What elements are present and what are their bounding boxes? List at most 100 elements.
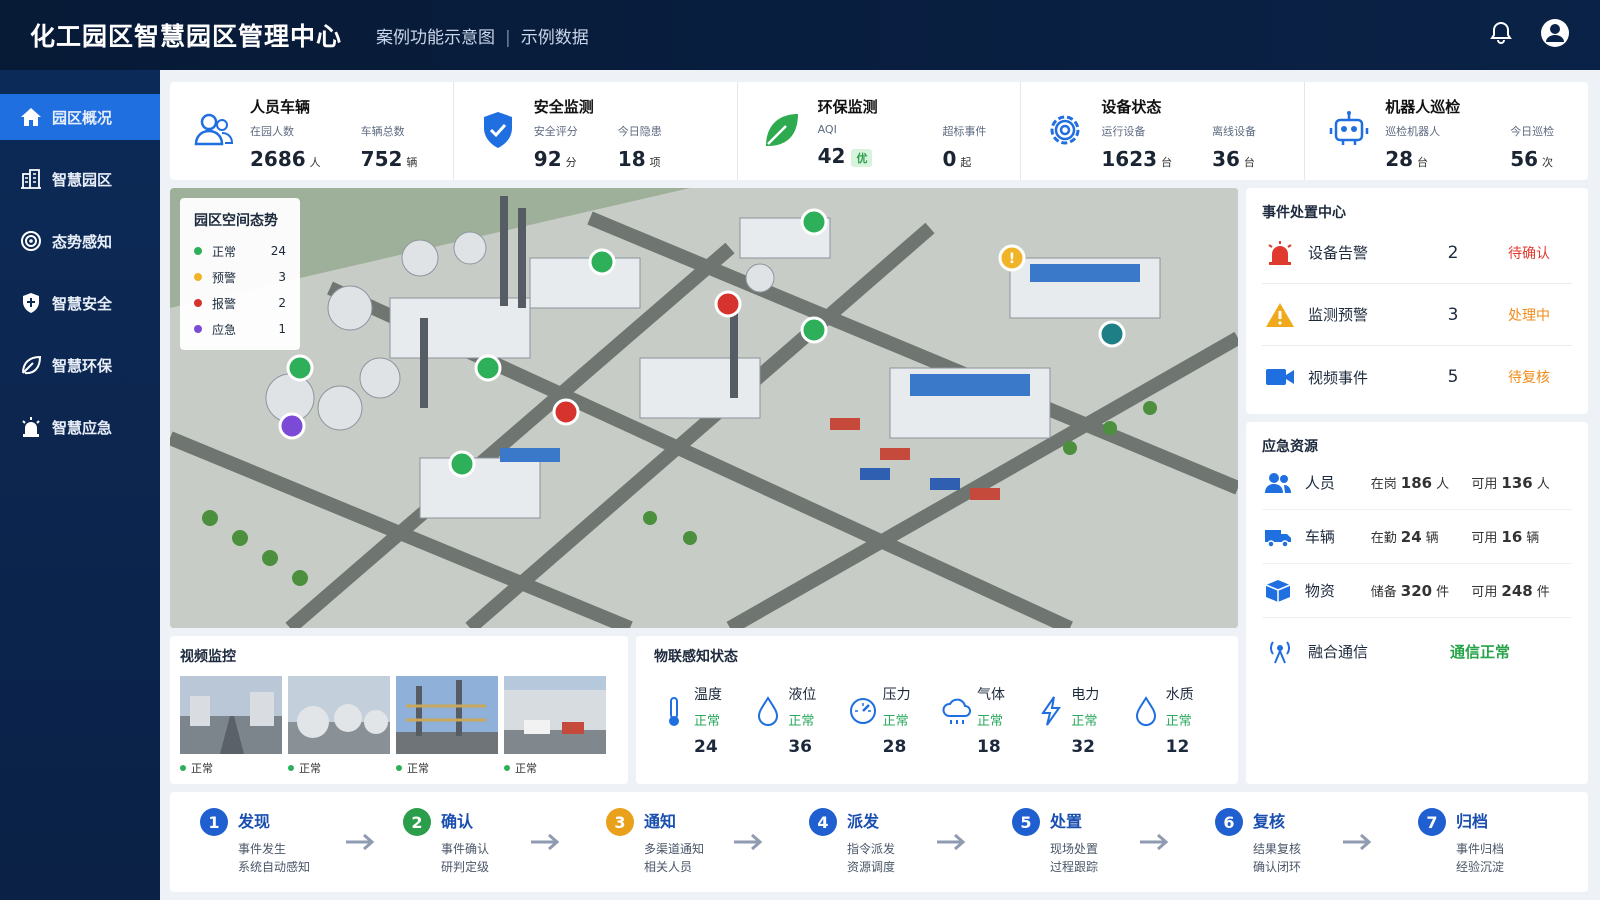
video-thumbnail[interactable]: 正常 [396,676,498,776]
iot-item-pressure[interactable]: 压力 正常 28 [843,684,937,757]
stat-people-vehicles[interactable]: 人员车辆 在园人数 2686 人 车辆总数 752 辆 [170,82,454,180]
event-row-video-event[interactable]: 视频事件 5 待复核 [1262,346,1572,408]
event-row-device-alarm[interactable]: 设备告警 2 待确认 [1262,222,1572,284]
resource-value: 320 [1400,582,1433,600]
legend-row[interactable]: 应急 1 [194,316,286,342]
step-desc: 结果复核 [1253,842,1302,856]
emergency-resources-panel: 应急资源 人员 在岗 186 人 可用 136 人 车辆 在勤 24 辆 可用 16 辆 物资 … [1246,422,1588,784]
resource-label: 在勤 [1370,531,1397,546]
subtitle: 案例功能示意图 | 示例数据 [376,23,589,48]
step-number: 2 [403,808,431,836]
iot-status: 正常 [694,714,721,729]
iot-item-gas[interactable]: 气体 正常 18 [937,684,1031,757]
iot-name: 气体 [976,687,1005,703]
aqi-badge: 优 [851,148,873,167]
iot-item-temperature[interactable]: 温度 正常 24 [654,684,748,757]
stat-label: 车辆总数 [360,125,405,138]
iot-value: 32 [1071,737,1095,757]
sidebar-item-smart-park[interactable]: 智慧园区 [0,156,160,202]
flow-step-dispatch[interactable]: 4 派发 指令派发 资源调度 [809,808,1012,876]
step-number: 7 [1418,808,1446,836]
stat-robot-patrol[interactable]: 机器人巡检 巡检机器人 28 台 今日巡检 56 次 [1305,82,1588,180]
resource-row-communication[interactable]: 融合通信 通信正常 [1262,618,1572,684]
arrow-right-icon [1140,833,1169,851]
event-name: 设备告警 [1308,244,1369,262]
map-markers[interactable]: ! [170,188,1238,628]
iot-status: 正常 [976,714,1003,729]
stat-value: 56 [1510,147,1539,171]
sidebar-item-overview[interactable]: 园区概况 [0,94,160,140]
resource-value: 186 [1400,474,1433,492]
flow-step-review[interactable]: 6 复核 结果复核 确认闭环 [1215,808,1418,876]
arrow-right-icon [734,833,763,851]
legend-row[interactable]: 报警 2 [194,290,286,316]
sidebar: 园区概况 智慧园区 态势感知 智慧安全 智慧环保 智慧应急 [0,70,160,900]
park-3d-map[interactable]: ! 园区空间态势 正常 24 预警 3 报警 2 应急 1 [170,188,1238,628]
iot-item-level[interactable]: 液位 正常 36 [748,684,842,757]
event-row-monitor-warning[interactable]: 监测预警 3 处理中 [1262,284,1572,346]
step-desc: 过程跟踪 [1050,860,1099,874]
target-icon [21,231,41,251]
flow-step-archive[interactable]: 7 归档 事件归档 经验沉淀 [1418,808,1548,876]
marker-normal-icon [588,248,616,276]
stat-environment-monitor[interactable]: 环保监测 AQI 42 优 超标事件 0 起 [738,82,1022,180]
video-thumbnail[interactable]: 正常 [180,676,282,776]
marker-warning-icon: ! [998,244,1026,272]
step-desc: 事件归档 [1456,842,1505,856]
step-desc: 多渠道通知 [644,842,705,856]
signal-tower-icon [1262,638,1298,664]
event-center-panel: 事件处置中心 设备告警 2 待确认 监测预警 3 处理中 视频事件 5 待复核 [1246,188,1588,414]
flow-step-notify[interactable]: 3 通知 多渠道通知 相关人员 [606,808,809,876]
iot-name: 水质 [1165,687,1194,703]
stat-value: 28 [1385,147,1414,171]
video-thumbnail[interactable]: 正常 [288,676,390,776]
flow-step-handle[interactable]: 5 处置 现场处置 过程跟踪 [1012,808,1215,876]
iot-item-power[interactable]: 电力 正常 32 [1031,684,1125,757]
sidebar-item-emergency[interactable]: 智慧应急 [0,404,160,450]
stat-device-status[interactable]: 设备状态 运行设备 1623 台 离线设备 36 台 [1021,82,1306,180]
step-desc: 现场处置 [1050,842,1099,856]
event-name: 监测预警 [1308,306,1369,324]
flow-step-confirm[interactable]: 2 确认 事件确认 研判定级 [403,808,606,876]
flow-step-discover[interactable]: 1 发现 事件发生 系统自动感知 [200,808,403,876]
sidebar-item-safety[interactable]: 智慧安全 [0,280,160,326]
video-thumbnail[interactable]: 正常 [504,676,606,776]
stat-value: 752 [360,147,403,171]
resource-unit: 辆 [1425,531,1439,546]
stat-title: 安全监测 [533,98,594,116]
stat-value: 0 [942,147,957,171]
step-title: 复核 [1253,812,1286,831]
lightning-icon [1031,684,1071,757]
resource-label: 储备 [1370,585,1397,600]
resource-row-vehicles[interactable]: 车辆 在勤 24 辆 可用 16 辆 [1262,510,1572,564]
home-icon [21,108,41,126]
resource-row-personnel[interactable]: 人员 在岗 186 人 可用 136 人 [1262,456,1572,510]
step-number: 6 [1215,808,1243,836]
resource-row-supplies[interactable]: 物资 储备 320 件 可用 248 件 [1262,564,1572,618]
video-status: 正常 [504,760,606,776]
legend-row[interactable]: 正常 24 [194,238,286,264]
legend-dot-alarm [194,299,202,307]
iot-name: 电力 [1071,687,1100,703]
step-desc: 相关人员 [644,860,693,874]
sidebar-item-label: 园区概况 [52,108,113,127]
stat-label: 运行设备 [1101,125,1146,138]
sidebar-item-environment[interactable]: 智慧环保 [0,342,160,388]
bell-icon[interactable] [1490,21,1512,49]
marker-normal-icon [1098,320,1126,348]
sidebar-item-situation[interactable]: 态势感知 [0,218,160,264]
leaf-icon [22,355,42,375]
iot-value: 28 [882,737,907,757]
resource-value: 16 [1501,528,1523,546]
stat-label: 今日隐患 [617,125,662,138]
event-count: 5 [1447,367,1459,387]
video-camera-icon [1262,366,1298,388]
stat-safety-monitor[interactable]: 安全监测 安全评分 92 分 今日隐患 18 项 [454,82,738,180]
subtitle-b: 示例数据 [520,27,589,48]
legend-row[interactable]: 预警 3 [194,264,286,290]
stat-value: 36 [1212,147,1240,171]
sidebar-item-label: 态势感知 [52,232,113,251]
user-avatar-icon[interactable] [1540,18,1570,52]
sidebar-item-label: 智慧环保 [52,356,113,375]
iot-item-water-quality[interactable]: 水质 正常 12 [1126,684,1220,757]
